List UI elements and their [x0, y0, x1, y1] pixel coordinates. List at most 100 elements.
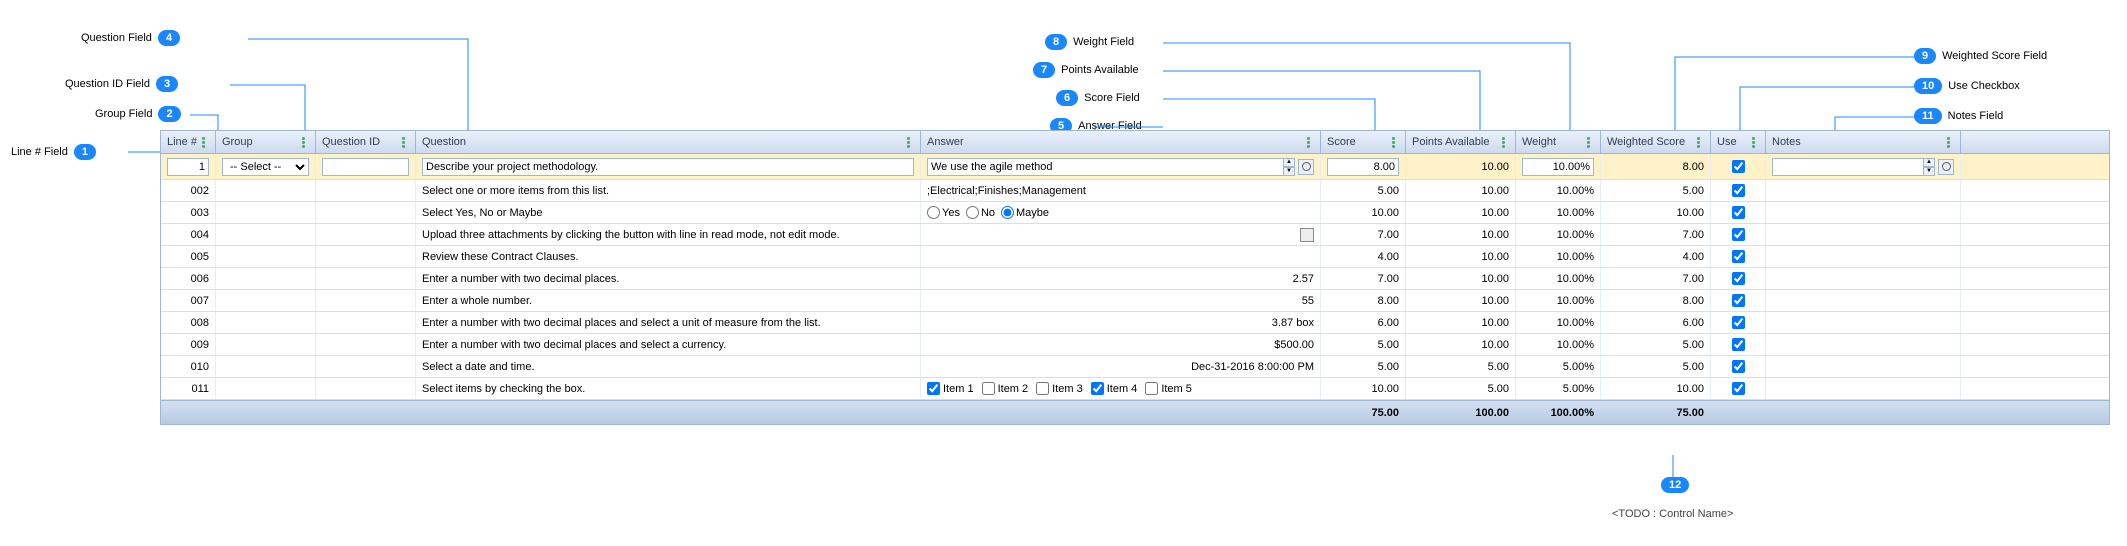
menu-icon[interactable]	[1584, 137, 1594, 147]
attachment-icon[interactable]	[1300, 228, 1314, 242]
menu-icon[interactable]	[1694, 137, 1704, 147]
total-weight: 100.00%	[1516, 401, 1601, 424]
table-row[interactable]: 011Select items by checking the box.Item…	[161, 378, 2109, 400]
table-row[interactable]: 008Enter a number with two decimal place…	[161, 312, 2109, 334]
table-row[interactable]: 006 Enter a number with two decimal place…	[161, 268, 2109, 290]
points-cell: 10.00	[1406, 202, 1516, 223]
score-input[interactable]	[1327, 158, 1399, 176]
question-input[interactable]	[422, 158, 914, 176]
answer-value: Dec-31-2016 8:00:00 PM	[1191, 361, 1314, 373]
spinner[interactable]: ▲▼	[1923, 158, 1935, 176]
callout-badge-12: 12	[1661, 477, 1689, 493]
use-checkbox[interactable]	[1732, 228, 1745, 241]
question-cell: Enter a whole number.	[416, 290, 921, 311]
check-item[interactable]: Item 1	[927, 382, 974, 395]
points-cell: 10.00	[1406, 312, 1516, 333]
wscore-cell: 10.00	[1601, 202, 1711, 223]
line-cell: 007	[161, 290, 216, 311]
question-id-input[interactable]	[322, 158, 409, 176]
use-checkbox[interactable]	[1732, 360, 1745, 373]
answer-input[interactable]	[927, 158, 1284, 176]
header-weight[interactable]: Weight	[1516, 131, 1601, 153]
radio-maybe[interactable]: Maybe	[1001, 206, 1049, 219]
check-item[interactable]: Item 3	[1036, 382, 1083, 395]
header-points[interactable]: Points Available	[1406, 131, 1516, 153]
answer-value: 3.87 box	[1272, 317, 1314, 329]
notes-input[interactable]	[1772, 158, 1924, 176]
header-question[interactable]: Question	[416, 131, 921, 153]
header-question-id[interactable]: Question ID	[316, 131, 416, 153]
use-checkbox[interactable]	[1732, 294, 1745, 307]
wscore-cell: 6.00	[1601, 312, 1711, 333]
menu-icon[interactable]	[1304, 137, 1314, 147]
header-score[interactable]: Score	[1321, 131, 1406, 153]
search-icon[interactable]	[1938, 159, 1954, 175]
menu-icon[interactable]	[399, 137, 409, 147]
header-line[interactable]: Line #	[161, 131, 216, 153]
points-cell: 5.00	[1406, 356, 1516, 377]
callout-badge-10: 10	[1914, 78, 1942, 94]
check-item[interactable]: Item 4	[1091, 382, 1138, 395]
line-cell: 002	[161, 180, 216, 201]
use-checkbox[interactable]	[1732, 338, 1745, 351]
group-select[interactable]: -- Select --	[222, 158, 309, 176]
callout-label: Question ID Field	[65, 78, 150, 90]
use-checkbox[interactable]	[1732, 316, 1745, 329]
radio-yes[interactable]: Yes	[927, 206, 960, 219]
answer-cell: Dec-31-2016 8:00:00 PM	[921, 356, 1321, 377]
use-checkbox[interactable]	[1732, 250, 1745, 263]
weight-cell: 10.00%	[1516, 290, 1601, 311]
menu-icon[interactable]	[299, 137, 309, 147]
menu-icon[interactable]	[1389, 137, 1399, 147]
table-row[interactable]: 009Enter a number with two decimal place…	[161, 334, 2109, 356]
menu-icon[interactable]	[199, 137, 209, 147]
table-row[interactable]: 010Select a date and time.Dec-31-2016 8:…	[161, 356, 2109, 378]
table-row[interactable]: 007Enter a whole number.558.0010.0010.00…	[161, 290, 2109, 312]
header-use[interactable]: Use	[1711, 131, 1766, 153]
table-row[interactable]: 005Review these Contract Clauses.4.0010.…	[161, 246, 2109, 268]
check-item[interactable]: Item 5	[1145, 382, 1192, 395]
use-checkbox[interactable]	[1732, 184, 1745, 197]
answer-cell: $500.00	[921, 334, 1321, 355]
line-cell: 011	[161, 378, 216, 399]
points-cell: 10.00	[1406, 154, 1516, 179]
line-cell: 008	[161, 312, 216, 333]
wscore-cell: 4.00	[1601, 246, 1711, 267]
weight-input[interactable]	[1522, 158, 1594, 176]
table-row[interactable]: 002Select one or more items from this li…	[161, 180, 2109, 202]
edit-row: -- Select -- ▲▼ 10.00 8.00 ▲▼	[161, 154, 2109, 180]
header-notes[interactable]: Notes	[1766, 131, 1961, 153]
line-cell: 006	[161, 268, 216, 289]
menu-icon[interactable]	[904, 137, 914, 147]
table-row[interactable]: 004Upload three attachments by clicking …	[161, 224, 2109, 246]
weight-cell: 10.00%	[1516, 224, 1601, 245]
spinner[interactable]: ▲▼	[1283, 158, 1295, 176]
callout-badge-7: 7	[1033, 62, 1055, 78]
menu-icon[interactable]	[1944, 137, 1954, 147]
score-cell: 7.00	[1321, 224, 1406, 245]
line-input[interactable]	[167, 158, 209, 176]
total-weighted-score: 75.00	[1601, 401, 1711, 424]
use-checkbox[interactable]	[1732, 382, 1745, 395]
points-cell: 10.00	[1406, 224, 1516, 245]
use-checkbox[interactable]	[1732, 272, 1745, 285]
header-weighted-score[interactable]: Weighted Score	[1601, 131, 1711, 153]
radio-no[interactable]: No	[966, 206, 995, 219]
use-checkbox[interactable]	[1732, 206, 1745, 219]
question-cell: Enter a number with two decimal places.	[416, 268, 921, 289]
answer-cell	[921, 224, 1321, 245]
header-answer[interactable]: Answer	[921, 131, 1321, 153]
points-cell: 10.00	[1406, 268, 1516, 289]
menu-icon[interactable]	[1749, 137, 1759, 147]
search-icon[interactable]	[1298, 159, 1314, 175]
total-score: 75.00	[1321, 401, 1406, 424]
table-row[interactable]: 003Select Yes, No or MaybeYesNoMaybe10.0…	[161, 202, 2109, 224]
header-group[interactable]: Group	[216, 131, 316, 153]
line-cell: 005	[161, 246, 216, 267]
use-checkbox[interactable]	[1732, 160, 1745, 173]
check-item[interactable]: Item 2	[982, 382, 1029, 395]
score-cell: 10.00	[1321, 202, 1406, 223]
wscore-cell: 7.00	[1601, 224, 1711, 245]
score-cell: 7.00	[1321, 268, 1406, 289]
menu-icon[interactable]	[1499, 137, 1509, 147]
